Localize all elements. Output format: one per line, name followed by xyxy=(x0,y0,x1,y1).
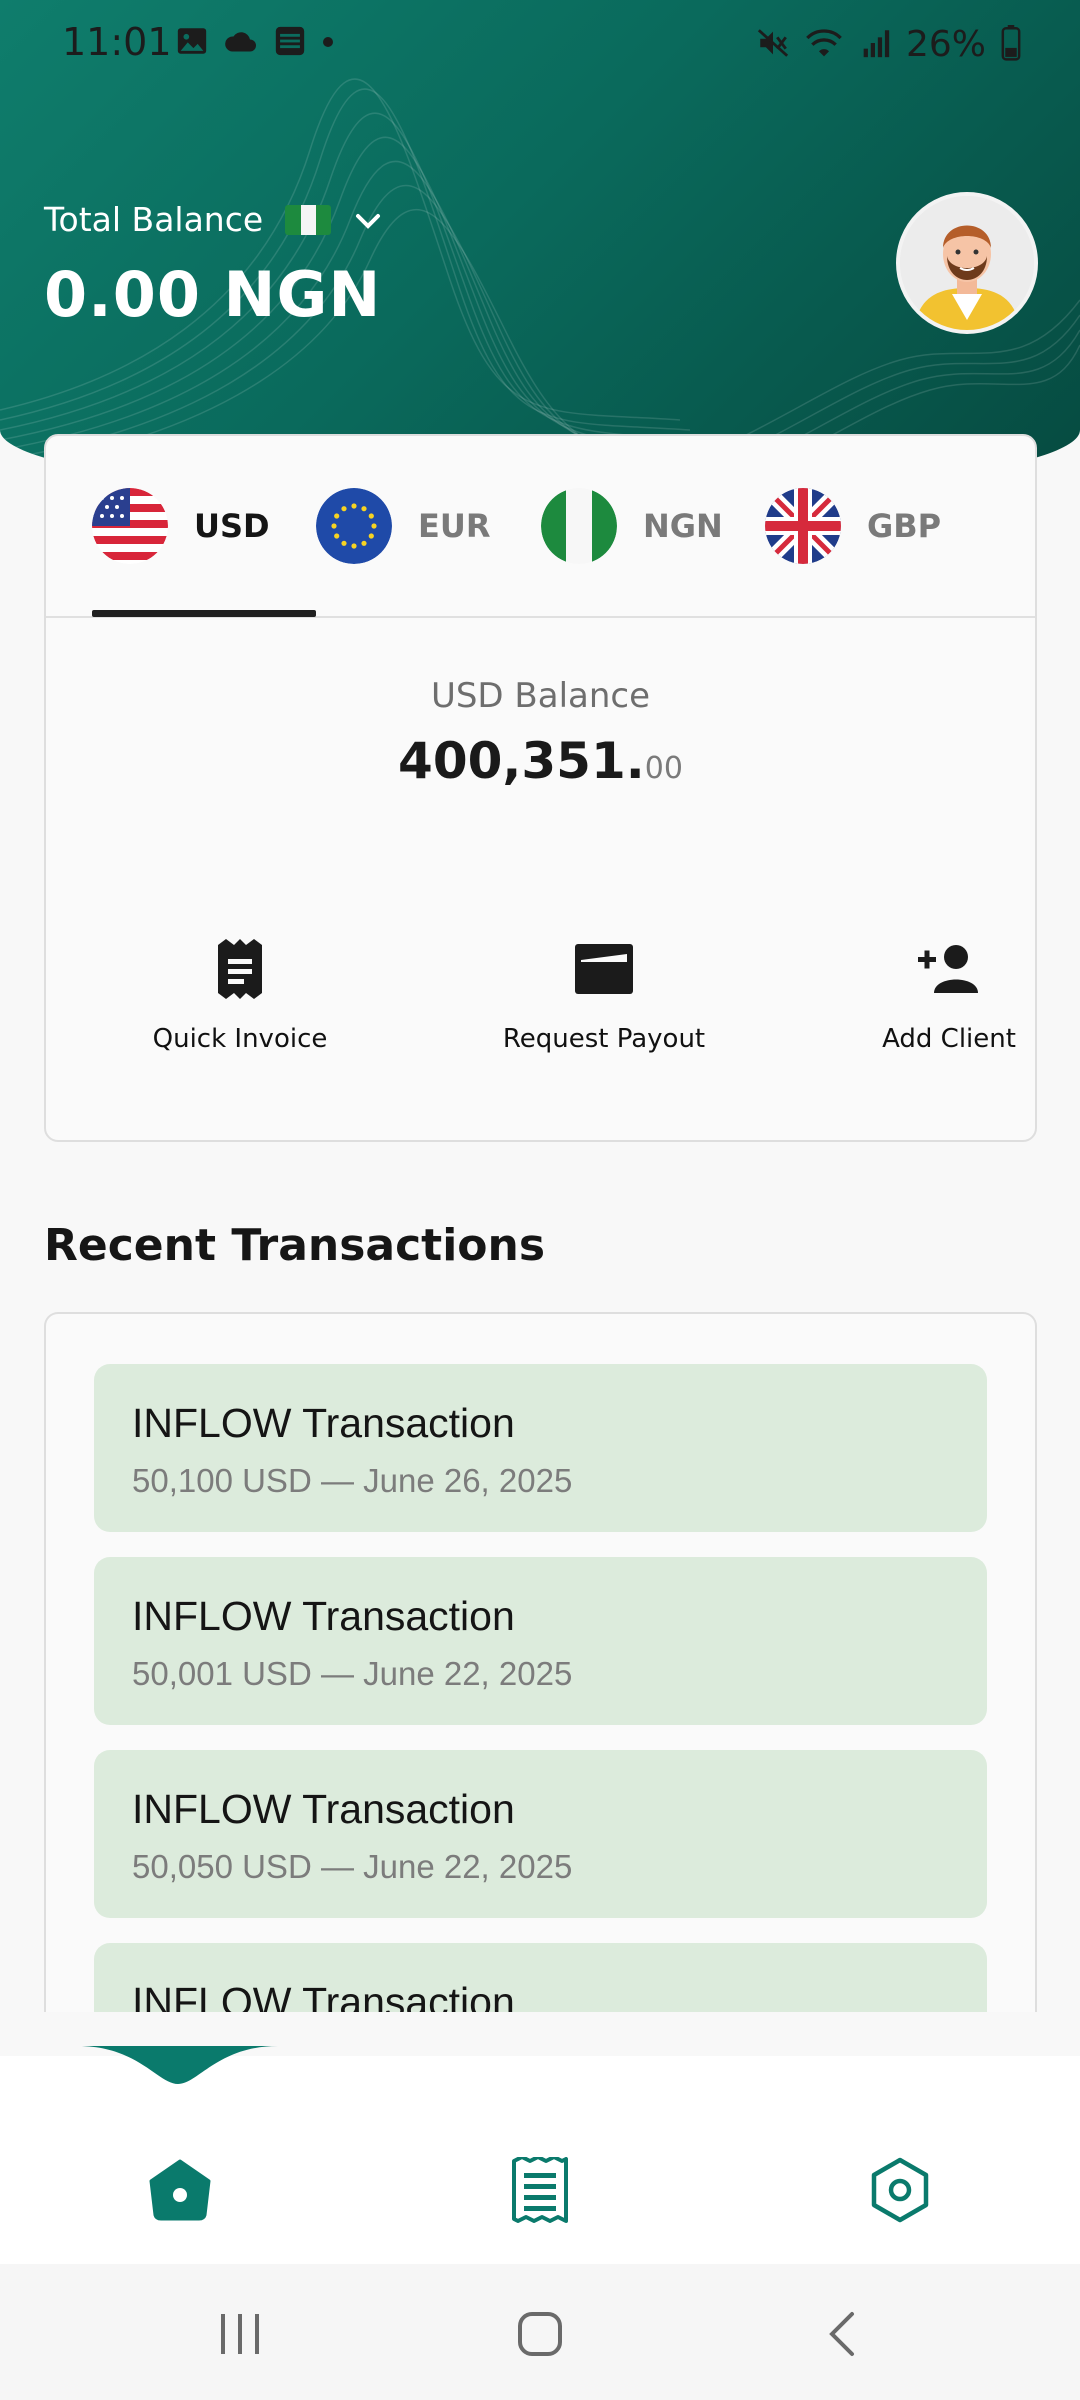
gb-flag-icon xyxy=(765,488,841,564)
nav-transactions[interactable] xyxy=(500,2150,580,2230)
transaction-title: INFLOW Transaction xyxy=(132,1593,515,1639)
back-button[interactable] xyxy=(802,2304,882,2364)
payout-icon xyxy=(575,944,633,994)
chevron-down-icon[interactable] xyxy=(353,200,383,239)
request-payout-button[interactable]: Request Payout xyxy=(474,936,734,1054)
dot-icon xyxy=(321,34,335,53)
ng-flag-icon xyxy=(541,488,617,564)
total-balance-label: Total Balance xyxy=(44,200,264,239)
transaction-title: INFLOW Transaction xyxy=(132,1786,515,1832)
total-balance-value: 0.00 NGN xyxy=(44,258,382,331)
recent-transactions-title: Recent Transactions xyxy=(44,1220,546,1271)
tab-label-ngn: NGN xyxy=(643,507,723,545)
list-item[interactable]: INFLOW Transaction 50,050 USD — June 22,… xyxy=(94,1750,987,1918)
header-banner: 11:01 26% Total Balance 0.00 NGN xyxy=(0,0,1080,500)
signal-icon xyxy=(858,26,892,64)
tab-usd[interactable]: USD xyxy=(92,486,270,566)
status-time: 11:01 xyxy=(62,20,172,64)
transactions-list: INFLOW Transaction 50,100 USD — June 26,… xyxy=(44,1312,1037,2012)
tab-label-gbp: GBP xyxy=(867,507,942,545)
tab-eur[interactable]: EUR xyxy=(316,486,490,566)
quick-invoice-label: Quick Invoice xyxy=(152,1024,328,1054)
news-icon xyxy=(273,24,307,62)
gallery-icon xyxy=(175,24,209,62)
currency-tabs: USD EUR NGN GBP xyxy=(46,436,1035,618)
profile-avatar-icon xyxy=(900,196,1034,330)
request-payout-label: Request Payout xyxy=(502,1024,706,1054)
cloud-icon xyxy=(223,26,259,60)
add-client-label: Add Client xyxy=(882,1024,1016,1054)
currency-card: USD EUR NGN GBP USD Balance 400,351.00 Q… xyxy=(44,434,1037,1142)
quick-invoice-button[interactable]: Quick Invoice xyxy=(110,936,370,1054)
home-icon xyxy=(149,2159,211,2221)
add-person-icon xyxy=(918,945,978,993)
tab-label-usd: USD xyxy=(194,507,270,545)
active-nav-indicator xyxy=(78,2046,278,2084)
quick-actions: Quick Invoice Request Payout Add Client xyxy=(46,936,1035,1076)
currency-balance-label: USD Balance xyxy=(430,676,651,716)
add-client-button[interactable]: Add Client xyxy=(819,936,1079,1054)
nav-home[interactable] xyxy=(140,2150,220,2230)
recents-icon xyxy=(221,2314,259,2354)
list-item[interactable]: INFLOW Transaction xyxy=(94,1943,987,2012)
transaction-detail: 50,100 USD — June 26, 2025 xyxy=(132,1462,573,1499)
settings-icon xyxy=(871,2157,929,2223)
us-flag-icon xyxy=(92,488,168,564)
list-item[interactable]: INFLOW Transaction 50,001 USD — June 22,… xyxy=(94,1557,987,1725)
active-tab-indicator xyxy=(92,610,316,617)
mute-icon xyxy=(756,26,790,64)
total-balance-selector[interactable]: Total Balance xyxy=(44,200,383,239)
battery-icon xyxy=(1000,24,1022,65)
recents-button[interactable] xyxy=(200,2304,280,2364)
tab-ngn[interactable]: NGN xyxy=(541,486,723,566)
currency-balance-value: 400,351.00 xyxy=(46,732,1035,790)
balance-whole: 400,351. xyxy=(398,732,645,790)
home-circle-icon xyxy=(518,2312,562,2356)
transaction-title: INFLOW Transaction xyxy=(132,1400,515,1446)
ng-flag-icon xyxy=(285,204,332,235)
nav-settings[interactable] xyxy=(860,2150,940,2230)
balance-cents: 00 xyxy=(644,751,683,786)
receipt-icon xyxy=(512,2157,568,2223)
home-button[interactable] xyxy=(500,2304,580,2364)
avatar[interactable] xyxy=(896,192,1038,334)
wifi-icon xyxy=(804,26,844,64)
back-icon xyxy=(829,2312,854,2356)
transaction-detail: 50,001 USD — June 22, 2025 xyxy=(132,1655,573,1692)
tab-gbp[interactable]: GBP xyxy=(765,486,941,566)
tab-label-eur: EUR xyxy=(418,507,491,545)
status-bar: 11:01 26% xyxy=(0,0,1080,88)
battery-percent: 26% xyxy=(905,24,986,65)
system-navigation-bar xyxy=(0,2264,1080,2400)
invoice-icon xyxy=(218,939,262,999)
transaction-title: INFLOW Transaction xyxy=(132,1979,515,2012)
eu-flag-icon xyxy=(316,488,392,564)
list-item[interactable]: INFLOW Transaction 50,100 USD — June 26,… xyxy=(94,1364,987,1532)
transaction-detail: 50,050 USD — June 22, 2025 xyxy=(132,1848,573,1885)
